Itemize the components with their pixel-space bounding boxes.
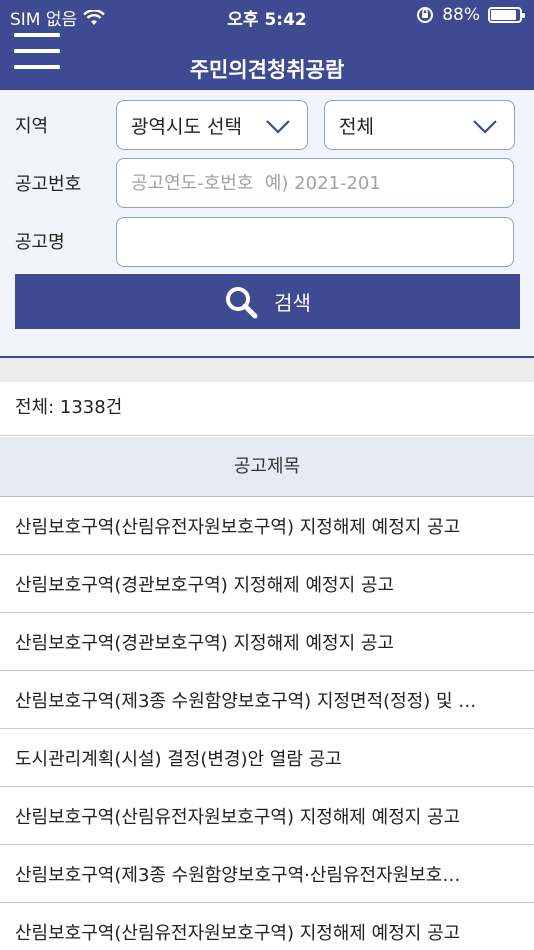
search-filter-panel: 지역 광역시도 선택 전체 공고번호 공고명 검색 [0, 90, 534, 358]
list-item[interactable]: 산림보호구역(산림유전자원보호구역) 지정해제 예정지 공고 [0, 903, 534, 950]
list-item[interactable]: 도시관리계획(시설) 결정(변경)안 열람 공고 [0, 729, 534, 787]
list-item[interactable]: 산림보호구역(제3종 수원함양보호구역) 지정면적(정정) 및 … [0, 671, 534, 729]
region-select-value: 광역시도 선택 [131, 115, 242, 138]
list-item-title: 산림보호구역(제3종 수원함양보호구역·산림유전자원보호… [15, 864, 461, 886]
list-item-title: 산림보호구역(경관보호구역) 지정해제 예정지 공고 [15, 574, 394, 596]
table-header-title: 공고제목 [0, 437, 534, 497]
list-item-title: 산림보호구역(산림유전자원보호구역) 지정해제 예정지 공고 [15, 806, 461, 828]
search-icon [226, 286, 258, 318]
district-select[interactable]: 전체 [324, 100, 515, 150]
section-divider [0, 358, 534, 382]
list-item-title: 산림보호구역(제3종 수원함양보호구역) 지정면적(정정) 및 … [15, 690, 477, 712]
app-header: SIM 없음 오후 5:42 88% 주민의견청취공람 [0, 0, 534, 90]
region-select[interactable]: 광역시도 선택 [116, 100, 308, 150]
chevron-down-icon [266, 120, 290, 134]
list-item-title: 도시관리계획(시설) 결정(변경)안 열람 공고 [15, 748, 342, 770]
search-button-label: 검색 [274, 291, 311, 315]
search-button[interactable]: 검색 [15, 274, 520, 329]
notice-number-label: 공고번호 [15, 174, 82, 195]
district-select-value: 전체 [339, 115, 374, 138]
battery-percent: 88% [442, 5, 480, 25]
notice-name-input[interactable] [116, 217, 514, 267]
result-list: 산림보호구역(산림유전자원보호구역) 지정해제 예정지 공고산림보호구역(경관보… [0, 497, 534, 950]
list-item-title: 산림보호구역(산림유전자원보호구역) 지정해제 예정지 공고 [15, 922, 461, 944]
chevron-down-icon [473, 120, 497, 134]
list-item[interactable]: 산림보호구역(제3종 수원함양보호구역·산림유전자원보호… [0, 845, 534, 903]
list-item-title: 산림보호구역(경관보호구역) 지정해제 예정지 공고 [15, 632, 394, 654]
result-count: 전체: 1338건 [0, 382, 534, 436]
page-title: 주민의견청취공람 [189, 58, 345, 82]
list-item[interactable]: 산림보호구역(산림유전자원보호구역) 지정해제 예정지 공고 [0, 497, 534, 555]
notice-name-label: 공고명 [15, 232, 65, 253]
battery-icon [488, 7, 525, 23]
notice-number-input[interactable] [116, 158, 514, 208]
region-label: 지역 [15, 116, 49, 137]
status-bar: SIM 없음 오후 5:42 88% [0, 0, 534, 32]
orientation-lock-icon [417, 7, 434, 23]
list-item[interactable]: 산림보호구역(경관보호구역) 지정해제 예정지 공고 [0, 613, 534, 671]
list-item-title: 산림보호구역(산림유전자원보호구역) 지정해제 예정지 공고 [15, 516, 461, 538]
list-item[interactable]: 산림보호구역(산림유전자원보호구역) 지정해제 예정지 공고 [0, 787, 534, 845]
list-item[interactable]: 산림보호구역(경관보호구역) 지정해제 예정지 공고 [0, 555, 534, 613]
